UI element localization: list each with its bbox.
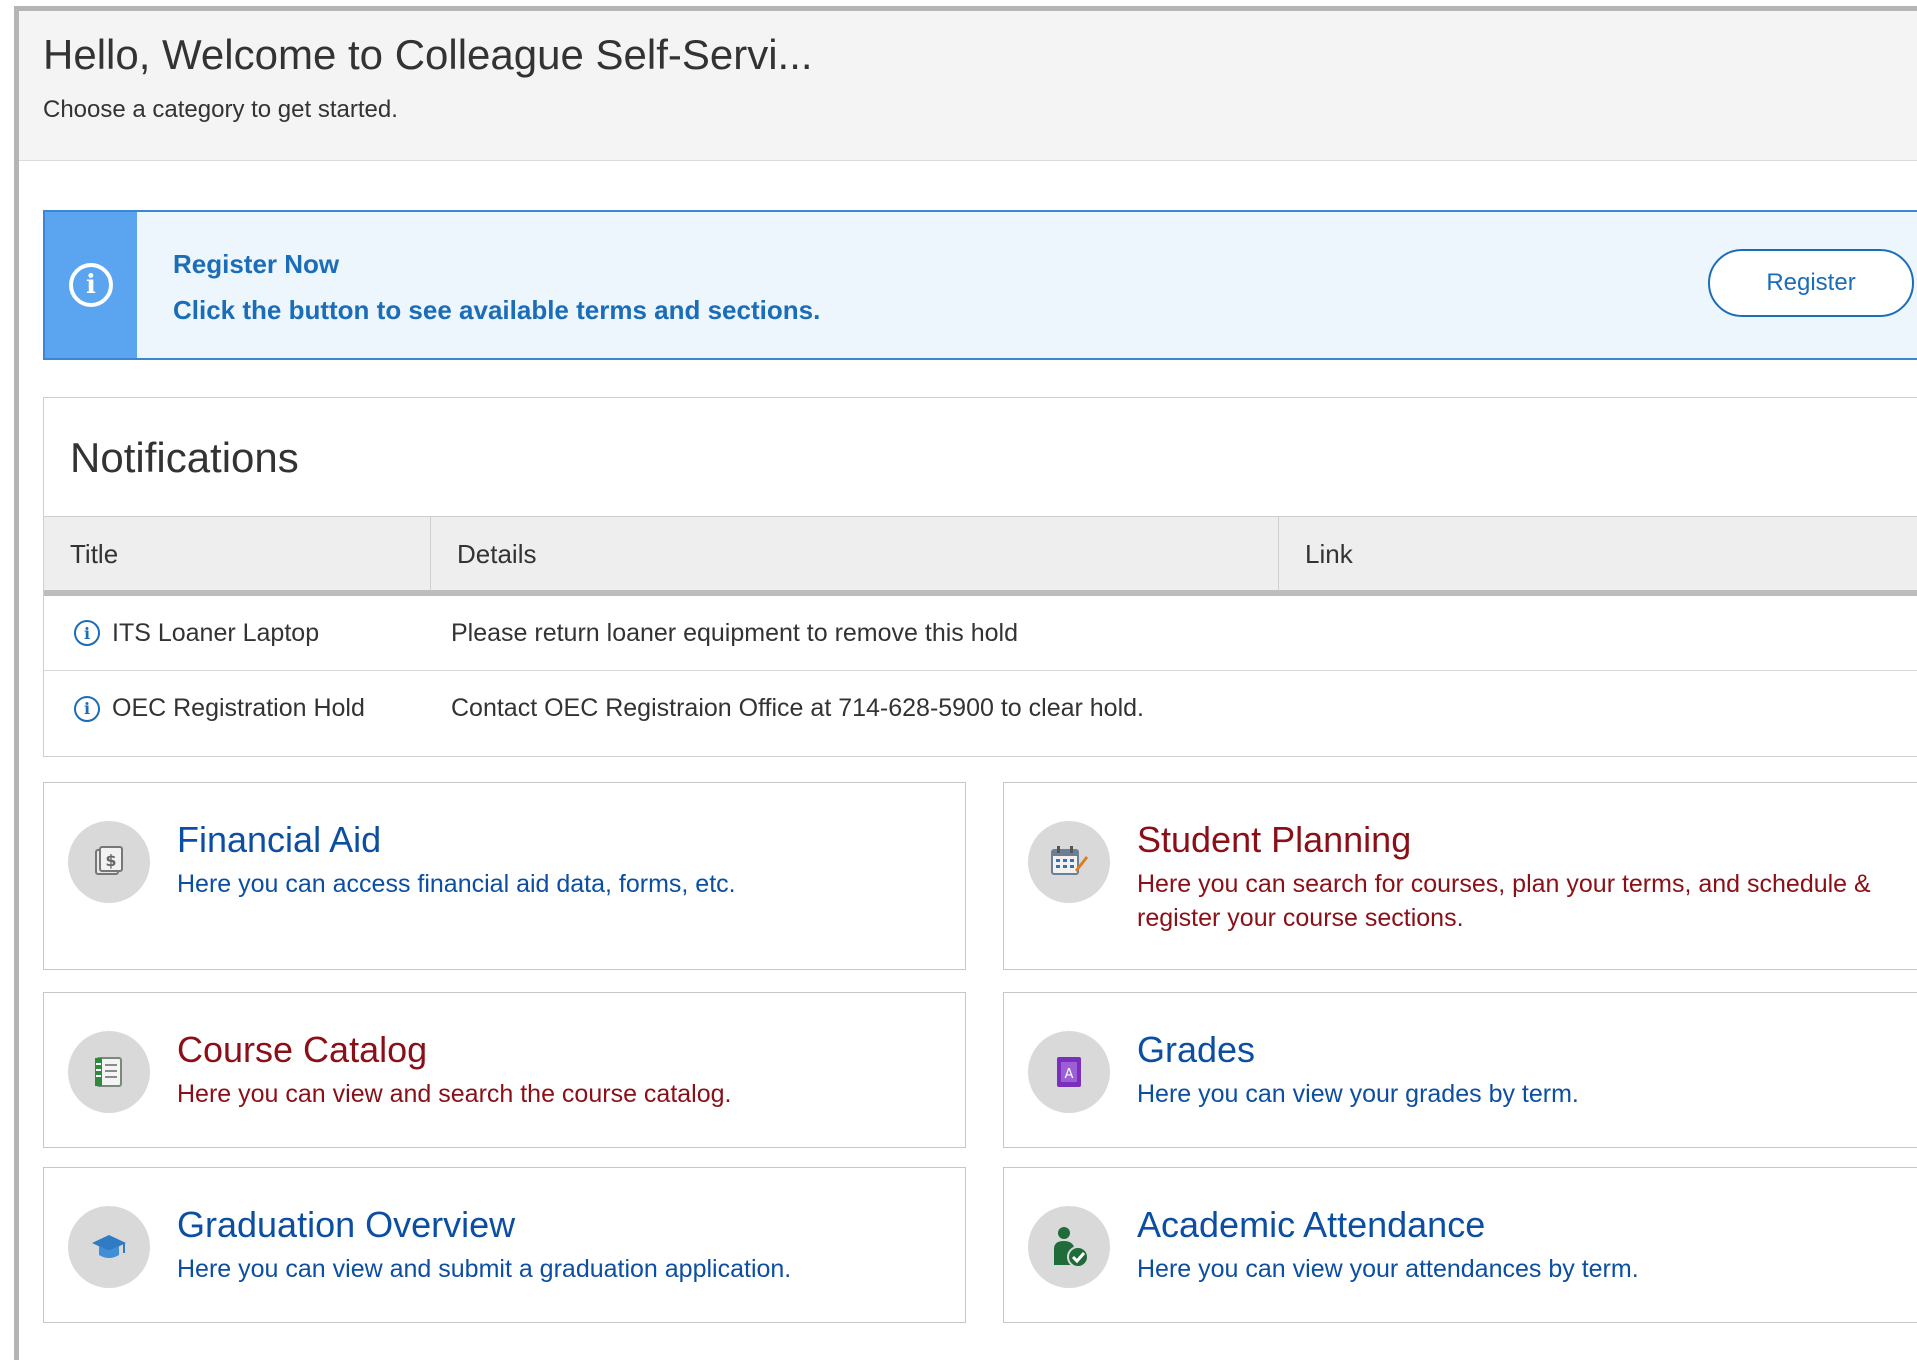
tile-course-catalog[interactable]: Course Catalog Here you can view and sea… — [43, 992, 966, 1148]
notifications-heading: Notifications — [70, 434, 299, 481]
calendar-edit-icon — [1028, 821, 1110, 903]
column-header-title[interactable]: Title — [44, 517, 430, 591]
tile-academic-attendance[interactable]: Academic Attendance Here you can view yo… — [1003, 1167, 1917, 1323]
attendance-person-check-icon — [1028, 1206, 1110, 1288]
info-icon[interactable]: i — [74, 620, 100, 646]
tile-graduation-overview[interactable]: Graduation Overview Here you can view an… — [43, 1167, 966, 1323]
tile-title[interactable]: Academic Attendance — [1137, 1204, 1485, 1246]
tile-description: Here you can access financial aid data, … — [177, 870, 736, 898]
notification-title: OEC Registration Hold — [112, 694, 365, 722]
catalog-book-icon — [68, 1031, 150, 1113]
tile-title[interactable]: Graduation Overview — [177, 1204, 515, 1246]
tile-title[interactable]: Course Catalog — [177, 1029, 427, 1071]
tile-description: Here you can search for courses, plan yo… — [1137, 870, 1871, 932]
page-title: Hello, Welcome to Colleague Self-Servi..… — [43, 31, 813, 78]
svg-text:A: A — [1065, 1067, 1074, 1082]
page-header: Hello, Welcome to Colleague Self-Servi..… — [19, 11, 1917, 161]
money-icon: $ — [68, 821, 150, 903]
page-frame: Hello, Welcome to Colleague Self-Servi..… — [14, 6, 1917, 1360]
notification-title: ITS Loaner Laptop — [112, 618, 320, 647]
tile-description: Here you can view and submit a graduatio… — [177, 1255, 792, 1283]
register-banner: i Register Now Click the button to see a… — [43, 210, 1917, 360]
info-icon[interactable]: i — [74, 695, 100, 722]
info-icon: i — [69, 263, 113, 307]
tile-title[interactable]: Grades — [1137, 1029, 1255, 1071]
page-subtitle: Choose a category to get started. — [43, 96, 398, 123]
notification-title-cell: i OEC Registration Hold — [74, 671, 365, 746]
banner-text: Click the button to see available terms … — [173, 295, 821, 325]
notifications-panel: Notifications Title Details Link i ITS L… — [43, 397, 1917, 757]
column-header-details[interactable]: Details — [430, 517, 1278, 591]
register-button[interactable]: Register — [1708, 249, 1914, 317]
tile-financial-aid[interactable]: $ Financial Aid Here you can access fina… — [43, 782, 966, 970]
tile-student-planning[interactable]: Student Planning Here you can search for… — [1003, 782, 1917, 970]
table-row: i ITS Loaner Laptop Please return loaner… — [44, 596, 1917, 671]
svg-text:$: $ — [105, 851, 116, 870]
tile-title[interactable]: Financial Aid — [177, 819, 381, 861]
notification-title-cell: i ITS Loaner Laptop — [74, 596, 319, 670]
graduation-cap-icon — [68, 1206, 150, 1288]
grade-report-icon: A — [1028, 1031, 1110, 1113]
tile-grades[interactable]: A Grades Here you can view your grades b… — [1003, 992, 1917, 1148]
banner-stripe: i — [45, 212, 137, 358]
table-row: i OEC Registration Hold Contact OEC Regi… — [44, 671, 1917, 746]
tile-description: Here you can view your attendances by te… — [1137, 1255, 1639, 1283]
banner-title: Register Now — [173, 249, 340, 279]
tile-description: Here you can view your grades by term. — [1137, 1080, 1579, 1108]
notification-details: Please return loaner equipment to remove… — [451, 618, 1018, 647]
column-header-link[interactable]: Link — [1278, 517, 1917, 591]
notifications-table-header: Title Details Link — [44, 516, 1917, 596]
tile-description: Here you can view and search the course … — [177, 1080, 732, 1108]
notification-details: Contact OEC Registraion Office at 714-62… — [451, 694, 1144, 722]
tile-title[interactable]: Student Planning — [1137, 819, 1411, 861]
